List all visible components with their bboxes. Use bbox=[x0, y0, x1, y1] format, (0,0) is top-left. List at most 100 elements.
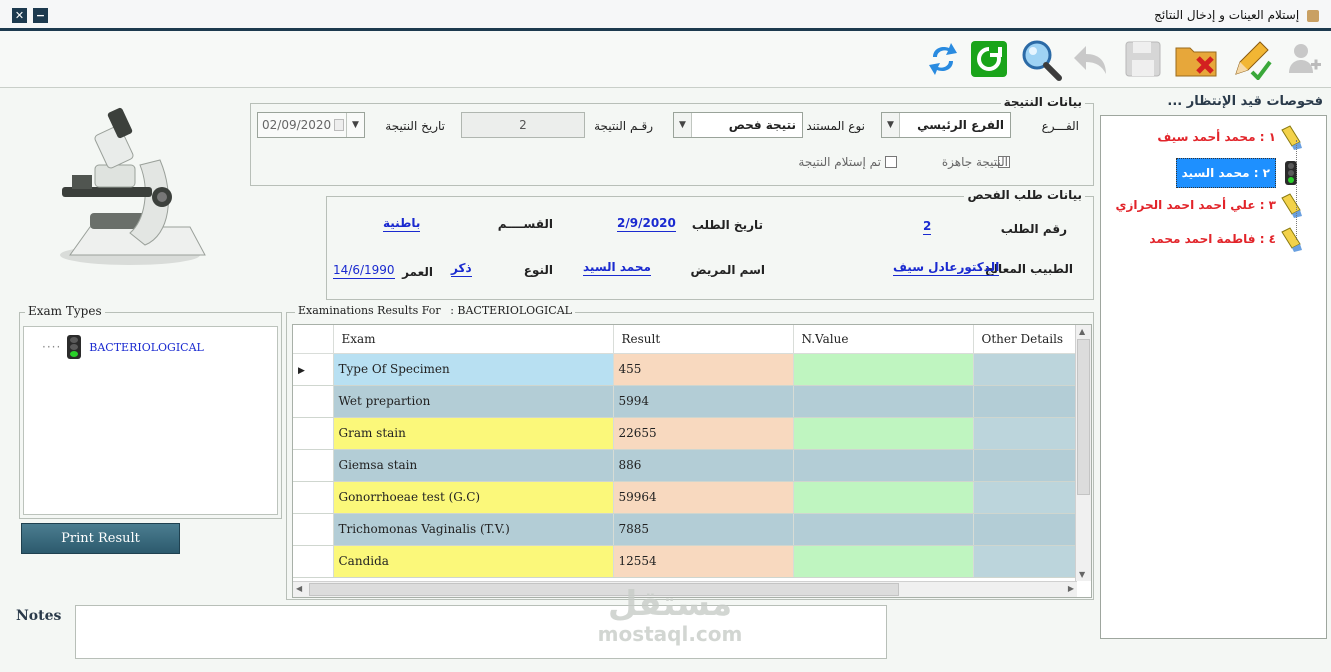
exam-types-tree: ···· BACTERIOLOGICAL bbox=[23, 326, 278, 515]
table-row[interactable]: Gram stain 22655 bbox=[293, 417, 1078, 450]
table-row[interactable]: ▶ Type Of Specimen 455 bbox=[293, 353, 1078, 386]
table-row[interactable]: Trichomonas Vaginalis (T.V.) 7885 bbox=[293, 513, 1078, 546]
tree-item[interactable]: ···· BACTERIOLOGICAL bbox=[42, 335, 204, 359]
cell-exam[interactable]: Type Of Specimen bbox=[333, 353, 614, 386]
cell-nvalue[interactable] bbox=[793, 481, 974, 514]
queue-item[interactable]: ٣ : علي أحمد احمد الحرازي bbox=[1116, 192, 1302, 218]
table-row[interactable]: Candida 12554 bbox=[293, 545, 1078, 578]
exam-types-group: Exam Types ···· BACTERIOLOGICAL bbox=[19, 304, 282, 519]
queue-panel: ١ : محمد أحمد سيف ٢ : محمد السيد ٣ : علي أ… bbox=[1100, 115, 1327, 639]
traffic-light-icon bbox=[67, 335, 82, 359]
title-bar: ✕ − إستلام العينات و إدخال النتائج bbox=[0, 0, 1331, 31]
add-user-icon[interactable] bbox=[1280, 36, 1326, 82]
cell-result[interactable]: 22655 bbox=[613, 417, 794, 450]
cell-exam[interactable]: Giemsa stain bbox=[333, 449, 614, 482]
app-icon bbox=[1307, 9, 1319, 22]
cell-result[interactable]: 455 bbox=[613, 353, 794, 386]
vertical-scrollbar[interactable]: ▲ ▼ bbox=[1075, 325, 1091, 581]
cell-result[interactable]: 5994 bbox=[613, 385, 794, 418]
notes-label: Notes bbox=[16, 608, 62, 624]
cell-exam[interactable]: Gram stain bbox=[333, 417, 614, 450]
microscope-image bbox=[50, 105, 210, 270]
chevron-down-icon[interactable]: ▼ bbox=[674, 113, 692, 137]
table-row[interactable]: Giemsa stain 886 bbox=[293, 449, 1078, 482]
patient-label: اسم المريض bbox=[690, 263, 765, 277]
traffic-light-icon bbox=[1280, 160, 1302, 186]
notes-field[interactable] bbox=[75, 605, 887, 659]
cell-nvalue[interactable] bbox=[793, 513, 974, 546]
age-value: 14/6/1990 bbox=[333, 263, 395, 279]
edit-pencil-icon[interactable] bbox=[1228, 36, 1274, 82]
cell-result[interactable]: 7885 bbox=[613, 513, 794, 546]
branch-combo[interactable]: الفرع الرئيسي ▼ bbox=[881, 112, 1011, 138]
cell-other-details[interactable] bbox=[973, 417, 1078, 450]
row-header-cell bbox=[293, 513, 334, 546]
cell-result[interactable]: 886 bbox=[613, 449, 794, 482]
cell-result[interactable]: 12554 bbox=[613, 545, 794, 578]
scroll-down-icon[interactable]: ▼ bbox=[1079, 570, 1085, 579]
undo-icon[interactable] bbox=[1068, 36, 1114, 82]
delete-folder-icon[interactable] bbox=[1174, 36, 1220, 82]
request-info-group: بيانات طلب الفحص رقم الطلب 2 تاريخ الطلب… bbox=[326, 188, 1094, 300]
col-result[interactable]: Result bbox=[613, 325, 794, 354]
col-exam[interactable]: Exam bbox=[333, 325, 614, 354]
table-row[interactable]: Wet prepartion 5994 bbox=[293, 385, 1078, 418]
result-no-field[interactable]: 2 bbox=[461, 112, 585, 138]
minimize-icon[interactable]: − bbox=[33, 8, 48, 23]
scroll-left-icon[interactable]: ◀ bbox=[296, 584, 302, 593]
calendar-icon bbox=[334, 119, 344, 131]
scroll-thumb[interactable] bbox=[1077, 339, 1090, 495]
cell-other-details[interactable] bbox=[973, 385, 1078, 418]
request-info-title: بيانات طلب الفحص bbox=[964, 188, 1085, 202]
cell-result[interactable]: 59964 bbox=[613, 481, 794, 514]
patient-value: محمد السيد bbox=[583, 260, 651, 276]
received-label: تم إستلام النتيجة bbox=[798, 155, 881, 169]
cell-nvalue[interactable] bbox=[793, 353, 974, 386]
sync-icon[interactable] bbox=[920, 36, 966, 82]
refresh-icon[interactable] bbox=[966, 36, 1012, 82]
cell-other-details[interactable] bbox=[973, 513, 1078, 546]
cell-exam[interactable]: Trichomonas Vaginalis (T.V.) bbox=[333, 513, 614, 546]
queue-item[interactable]: ٢ : محمد السيد bbox=[1175, 158, 1302, 188]
cell-exam[interactable]: Gonorrhoeae test (G.C) bbox=[333, 481, 614, 514]
scroll-up-icon[interactable]: ▲ bbox=[1079, 327, 1085, 336]
toolbar bbox=[0, 31, 1331, 88]
cell-other-details[interactable] bbox=[973, 449, 1078, 482]
tree-connector bbox=[1296, 140, 1297, 240]
grid-header-row: Exam Result N.Value Other Details bbox=[293, 325, 1078, 354]
cell-other-details[interactable] bbox=[973, 545, 1078, 578]
col-other-details[interactable]: Other Details bbox=[973, 325, 1078, 354]
received-checkbox[interactable] bbox=[885, 156, 897, 168]
row-header-cell bbox=[293, 449, 334, 482]
doc-type-combo[interactable]: نتيجة فحص ▼ bbox=[673, 112, 803, 138]
cell-exam[interactable]: Candida bbox=[333, 545, 614, 578]
save-icon[interactable] bbox=[1120, 36, 1166, 82]
scroll-right-icon[interactable]: ▶ bbox=[1068, 584, 1074, 593]
row-header-corner bbox=[293, 325, 334, 354]
gender-label: النوع bbox=[523, 263, 553, 277]
doctor-value: الدكتورعادل سيف bbox=[893, 260, 1000, 276]
print-result-button[interactable]: Print Result bbox=[21, 523, 180, 554]
cell-other-details[interactable] bbox=[973, 481, 1078, 514]
search-icon[interactable] bbox=[1018, 36, 1064, 82]
cell-nvalue[interactable] bbox=[793, 417, 974, 450]
chevron-down-icon[interactable]: ▼ bbox=[882, 113, 900, 137]
cell-other-details[interactable] bbox=[973, 353, 1078, 386]
doc-type-label: نوع المستند bbox=[806, 119, 865, 133]
queue-item[interactable]: ١ : محمد أحمد سيف bbox=[1157, 124, 1302, 150]
close-icon[interactable]: ✕ bbox=[12, 8, 27, 23]
queue-item[interactable]: ٤ : فاطمة احمد محمد bbox=[1149, 226, 1302, 252]
cell-exam[interactable]: Wet prepartion bbox=[333, 385, 614, 418]
broom-icon bbox=[1280, 124, 1302, 150]
col-nvalue[interactable]: N.Value bbox=[793, 325, 974, 354]
cell-nvalue[interactable] bbox=[793, 545, 974, 578]
request-date-value: 2/9/2020 bbox=[617, 216, 676, 232]
cell-nvalue[interactable] bbox=[793, 449, 974, 482]
cell-nvalue[interactable] bbox=[793, 385, 974, 418]
request-no-value: 2 bbox=[923, 219, 932, 235]
table-row[interactable]: Gonorrhoeae test (G.C) 59964 bbox=[293, 481, 1078, 514]
request-date-label: تاريخ الطلب bbox=[691, 218, 763, 232]
queue-item-label: ٣ : علي أحمد احمد الحرازي bbox=[1115, 198, 1276, 212]
chevron-down-icon[interactable]: ▼ bbox=[346, 113, 364, 137]
result-date-picker[interactable]: 02/09/2020 ▼ bbox=[257, 112, 365, 138]
